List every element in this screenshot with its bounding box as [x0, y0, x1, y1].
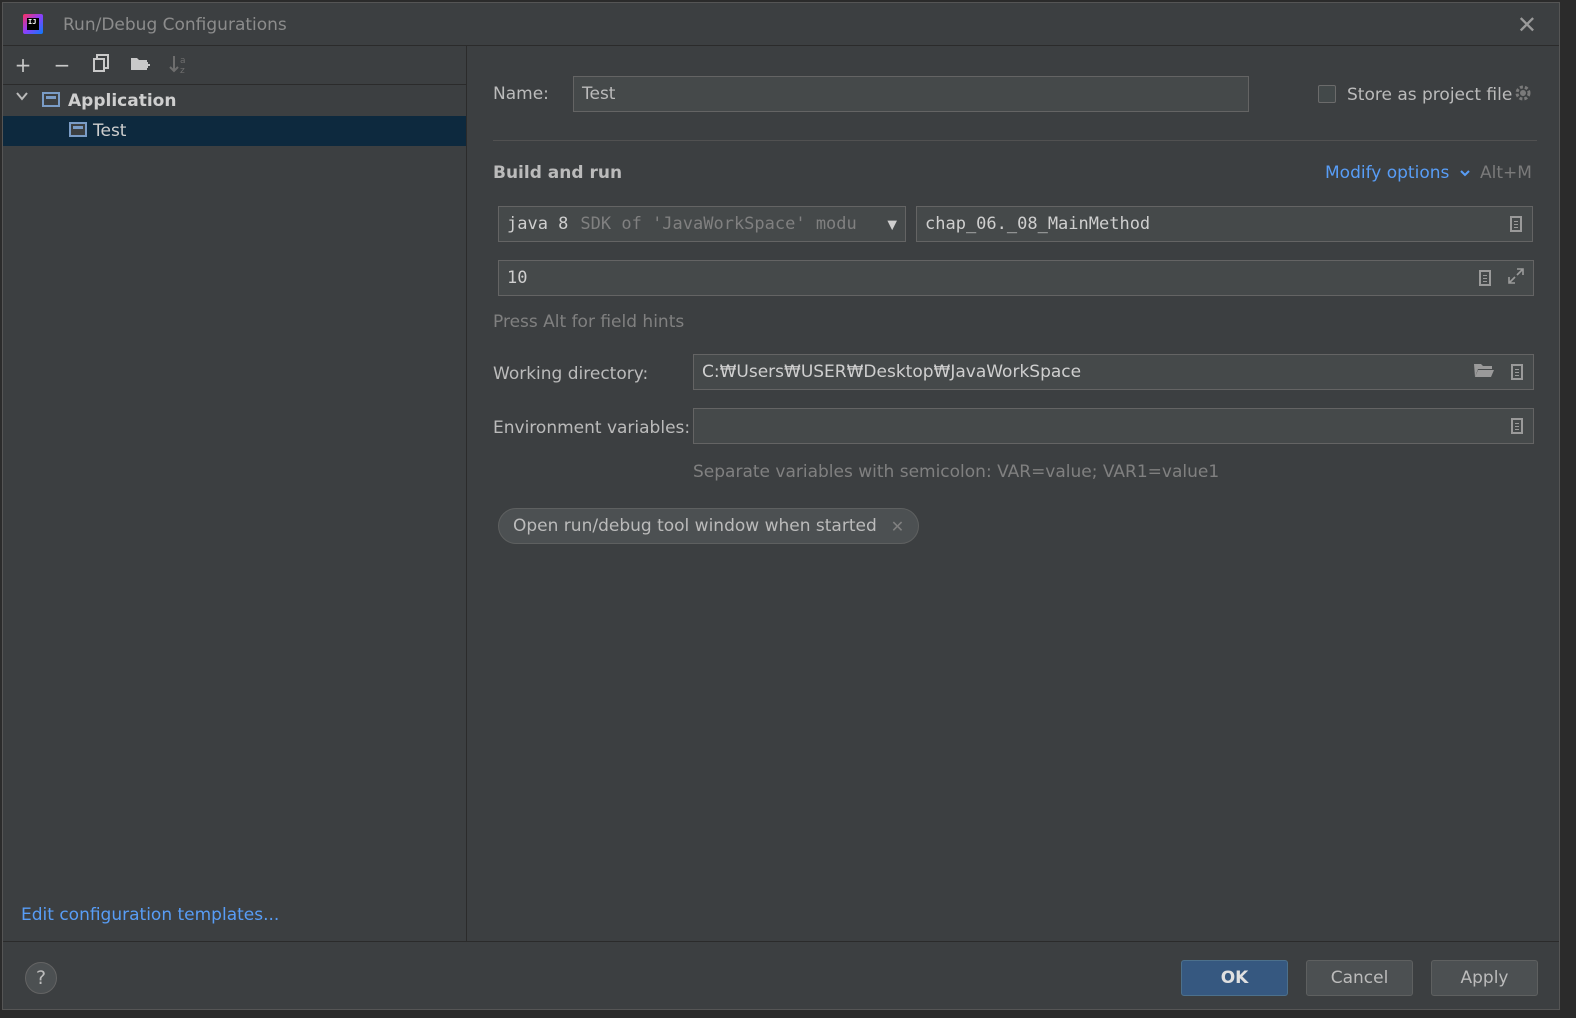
- dropdown-arrow-icon: ▼: [887, 214, 897, 234]
- cancel-button[interactable]: Cancel: [1306, 960, 1413, 996]
- environment-variables-label: Environment variables:: [493, 418, 691, 438]
- new-folder-button[interactable]: [128, 53, 152, 77]
- browse-document-icon[interactable]: [1510, 216, 1522, 232]
- title-bar: IJ Run/Debug Configurations ✕: [3, 3, 1559, 46]
- run-debug-dialog: IJ Run/Debug Configurations ✕ + − az App…: [2, 2, 1560, 1010]
- ok-button[interactable]: OK: [1181, 960, 1288, 996]
- modify-options-link[interactable]: Modify options: [1325, 163, 1471, 183]
- remove-configuration-button[interactable]: −: [50, 53, 74, 77]
- tree-group-application[interactable]: Application: [3, 86, 466, 116]
- modify-options-shortcut: Alt+M: [1480, 163, 1532, 183]
- modify-options-label: Modify options: [1325, 163, 1450, 183]
- application-config-icon: [69, 122, 87, 137]
- jre-primary: java 8: [507, 214, 569, 234]
- edit-environment-icon[interactable]: [1511, 418, 1523, 434]
- sort-configurations-button[interactable]: az: [167, 53, 191, 77]
- gear-icon[interactable]: [1513, 83, 1533, 107]
- apply-button[interactable]: Apply: [1431, 960, 1538, 996]
- remove-option-icon[interactable]: ✕: [891, 517, 904, 536]
- tree-toolbar: + − az: [3, 46, 466, 85]
- name-input[interactable]: Test: [573, 76, 1249, 112]
- jre-select[interactable]: java 8 SDK of 'JavaWorkSpace' modu ▼: [498, 206, 906, 242]
- working-directory-value: C:₩Users₩USER₩Desktop₩JavaWorkSpace: [702, 362, 1082, 382]
- chevron-down-icon[interactable]: [15, 88, 29, 107]
- dialog-button-bar: ? OK Cancel Apply: [3, 941, 1559, 1012]
- tree-item-label: Test: [93, 121, 127, 141]
- chevron-down-icon: [1460, 170, 1470, 177]
- folder-icon[interactable]: [1473, 361, 1495, 383]
- edit-configuration-templates-link[interactable]: Edit configuration templates...: [21, 905, 279, 925]
- program-arguments-input[interactable]: 10: [498, 260, 1534, 296]
- name-separator: [493, 140, 1537, 141]
- tree-item-test[interactable]: Test: [3, 116, 466, 146]
- open-tool-window-option-chip[interactable]: Open run/debug tool window when started …: [498, 508, 920, 544]
- svg-text:z: z: [180, 66, 185, 75]
- expand-icon[interactable]: [1507, 267, 1525, 289]
- program-arguments-value: 10: [507, 268, 528, 288]
- field-hints-text: Press Alt for field hints: [493, 312, 685, 332]
- close-icon[interactable]: ✕: [1517, 11, 1537, 39]
- intellij-logo-icon: IJ: [23, 14, 43, 34]
- config-tree-panel: + − az Application Test Edit configurati…: [3, 46, 467, 941]
- svg-text:a: a: [180, 56, 186, 66]
- new-folder-icon: [131, 58, 150, 70]
- name-value: Test: [582, 84, 616, 104]
- jre-secondary: SDK of 'JavaWorkSpace' modu: [580, 214, 857, 234]
- main-class-value: chap_06._08_MainMethod: [925, 214, 1151, 234]
- environment-variables-hint: Separate variables with semicolon: VAR=v…: [693, 462, 1220, 482]
- copy-icon: [93, 54, 109, 72]
- working-directory-label: Working directory:: [493, 364, 649, 384]
- store-as-project-file-label: Store as project file: [1347, 85, 1513, 105]
- main-class-input[interactable]: chap_06._08_MainMethod: [916, 206, 1533, 242]
- build-and-run-title: Build and run: [493, 163, 623, 183]
- config-editor-panel: Name: Test Store as project file Build a…: [467, 46, 1559, 941]
- tree-group-label: Application: [68, 91, 177, 111]
- working-directory-input[interactable]: C:₩Users₩USER₩Desktop₩JavaWorkSpace: [693, 354, 1534, 390]
- insert-macro-icon[interactable]: [1511, 364, 1523, 380]
- option-chip-label: Open run/debug tool window when started: [513, 516, 877, 536]
- name-label: Name:: [493, 84, 549, 104]
- copy-configuration-button[interactable]: [89, 53, 113, 77]
- insert-macro-icon[interactable]: [1479, 270, 1491, 286]
- sort-alpha-icon: az: [169, 56, 186, 76]
- window-title: Run/Debug Configurations: [63, 15, 287, 35]
- help-button[interactable]: ?: [25, 962, 57, 994]
- store-as-project-file-checkbox[interactable]: [1318, 85, 1336, 103]
- application-icon: [42, 92, 60, 107]
- add-configuration-button[interactable]: +: [11, 53, 35, 77]
- environment-variables-input[interactable]: [693, 408, 1534, 444]
